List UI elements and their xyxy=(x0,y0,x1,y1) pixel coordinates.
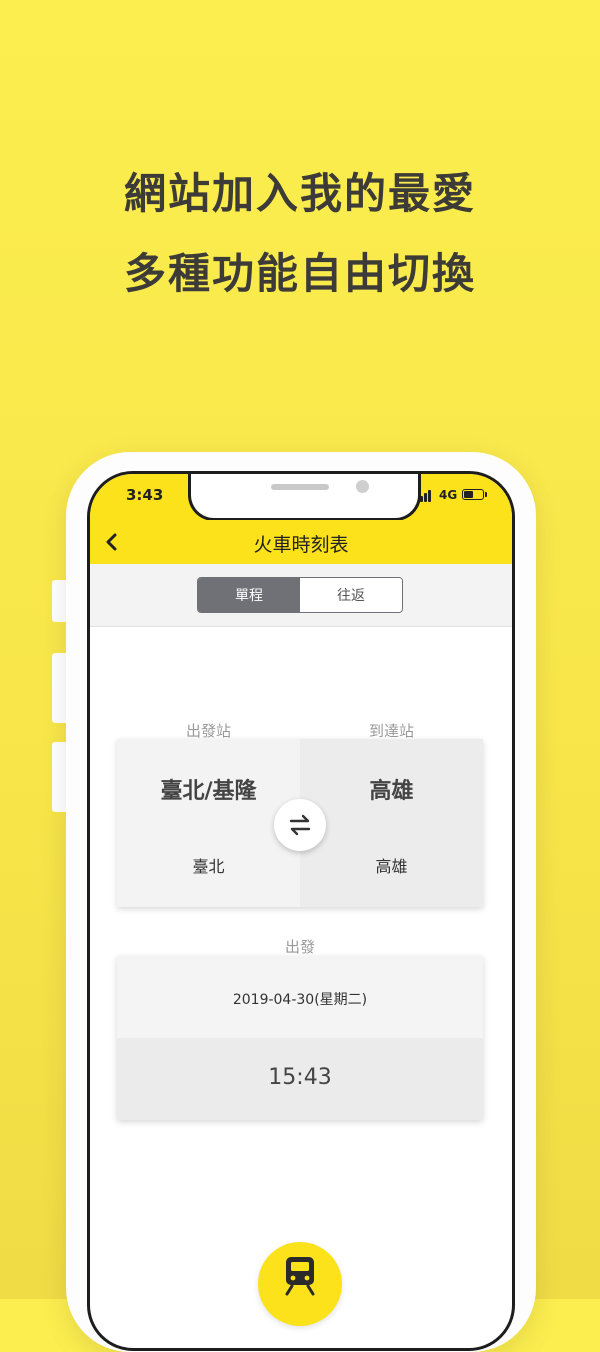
swap-arrows-icon xyxy=(289,814,311,836)
departure-label: 出發 xyxy=(284,938,315,956)
speaker-grille xyxy=(271,484,329,490)
arrival-station: 高雄 xyxy=(375,857,408,876)
trip-type-segmented-control: 單程 往返 xyxy=(197,577,403,613)
departure-time-picker[interactable]: 15:43 xyxy=(117,1038,483,1120)
battery-tip xyxy=(485,492,487,497)
tab-round-trip[interactable]: 往返 xyxy=(300,578,402,612)
headline-line2: 多種功能自由切換 xyxy=(123,249,476,298)
phone-screen: 3:43 4G 火車時刻表 單程 往返 出發站 到達站 臺北/基隆 臺北 高雄 … xyxy=(87,471,515,1351)
arrival-region: 高雄 xyxy=(369,779,414,804)
arrival-station-selector[interactable]: 高雄 高雄 xyxy=(300,739,483,907)
departure-region: 臺北/基隆 xyxy=(160,779,257,804)
page-title: 火車時刻表 xyxy=(253,534,349,556)
departure-card: 2019-04-30(星期二) 15:43 xyxy=(117,956,483,1120)
status-time: 3:43 xyxy=(126,486,164,504)
network-type: 4G xyxy=(439,488,458,502)
phone-notch xyxy=(188,474,421,521)
trip-type-bar: 單程 往返 xyxy=(90,564,512,627)
departure-station: 臺北 xyxy=(192,857,225,876)
nav-bar: 火車時刻表 xyxy=(90,520,512,564)
headline-line1: 網站加入我的最愛 xyxy=(123,169,476,218)
departure-time: 15:43 xyxy=(268,1065,332,1090)
tab-one-way[interactable]: 單程 xyxy=(198,578,300,612)
train-icon xyxy=(285,1257,315,1296)
departure-date-picker[interactable]: 2019-04-30(星期二) xyxy=(117,956,483,1038)
departure-station-label: 出發站 xyxy=(185,722,231,740)
search-trains-button[interactable] xyxy=(258,1242,342,1326)
swap-stations-button[interactable] xyxy=(274,799,326,851)
battery-icon xyxy=(462,489,484,500)
front-camera xyxy=(356,480,369,493)
arrival-station-label: 到達站 xyxy=(368,722,414,740)
departure-date: 2019-04-30(星期二) xyxy=(232,992,368,1008)
departure-station-selector[interactable]: 臺北/基隆 臺北 xyxy=(117,739,300,907)
